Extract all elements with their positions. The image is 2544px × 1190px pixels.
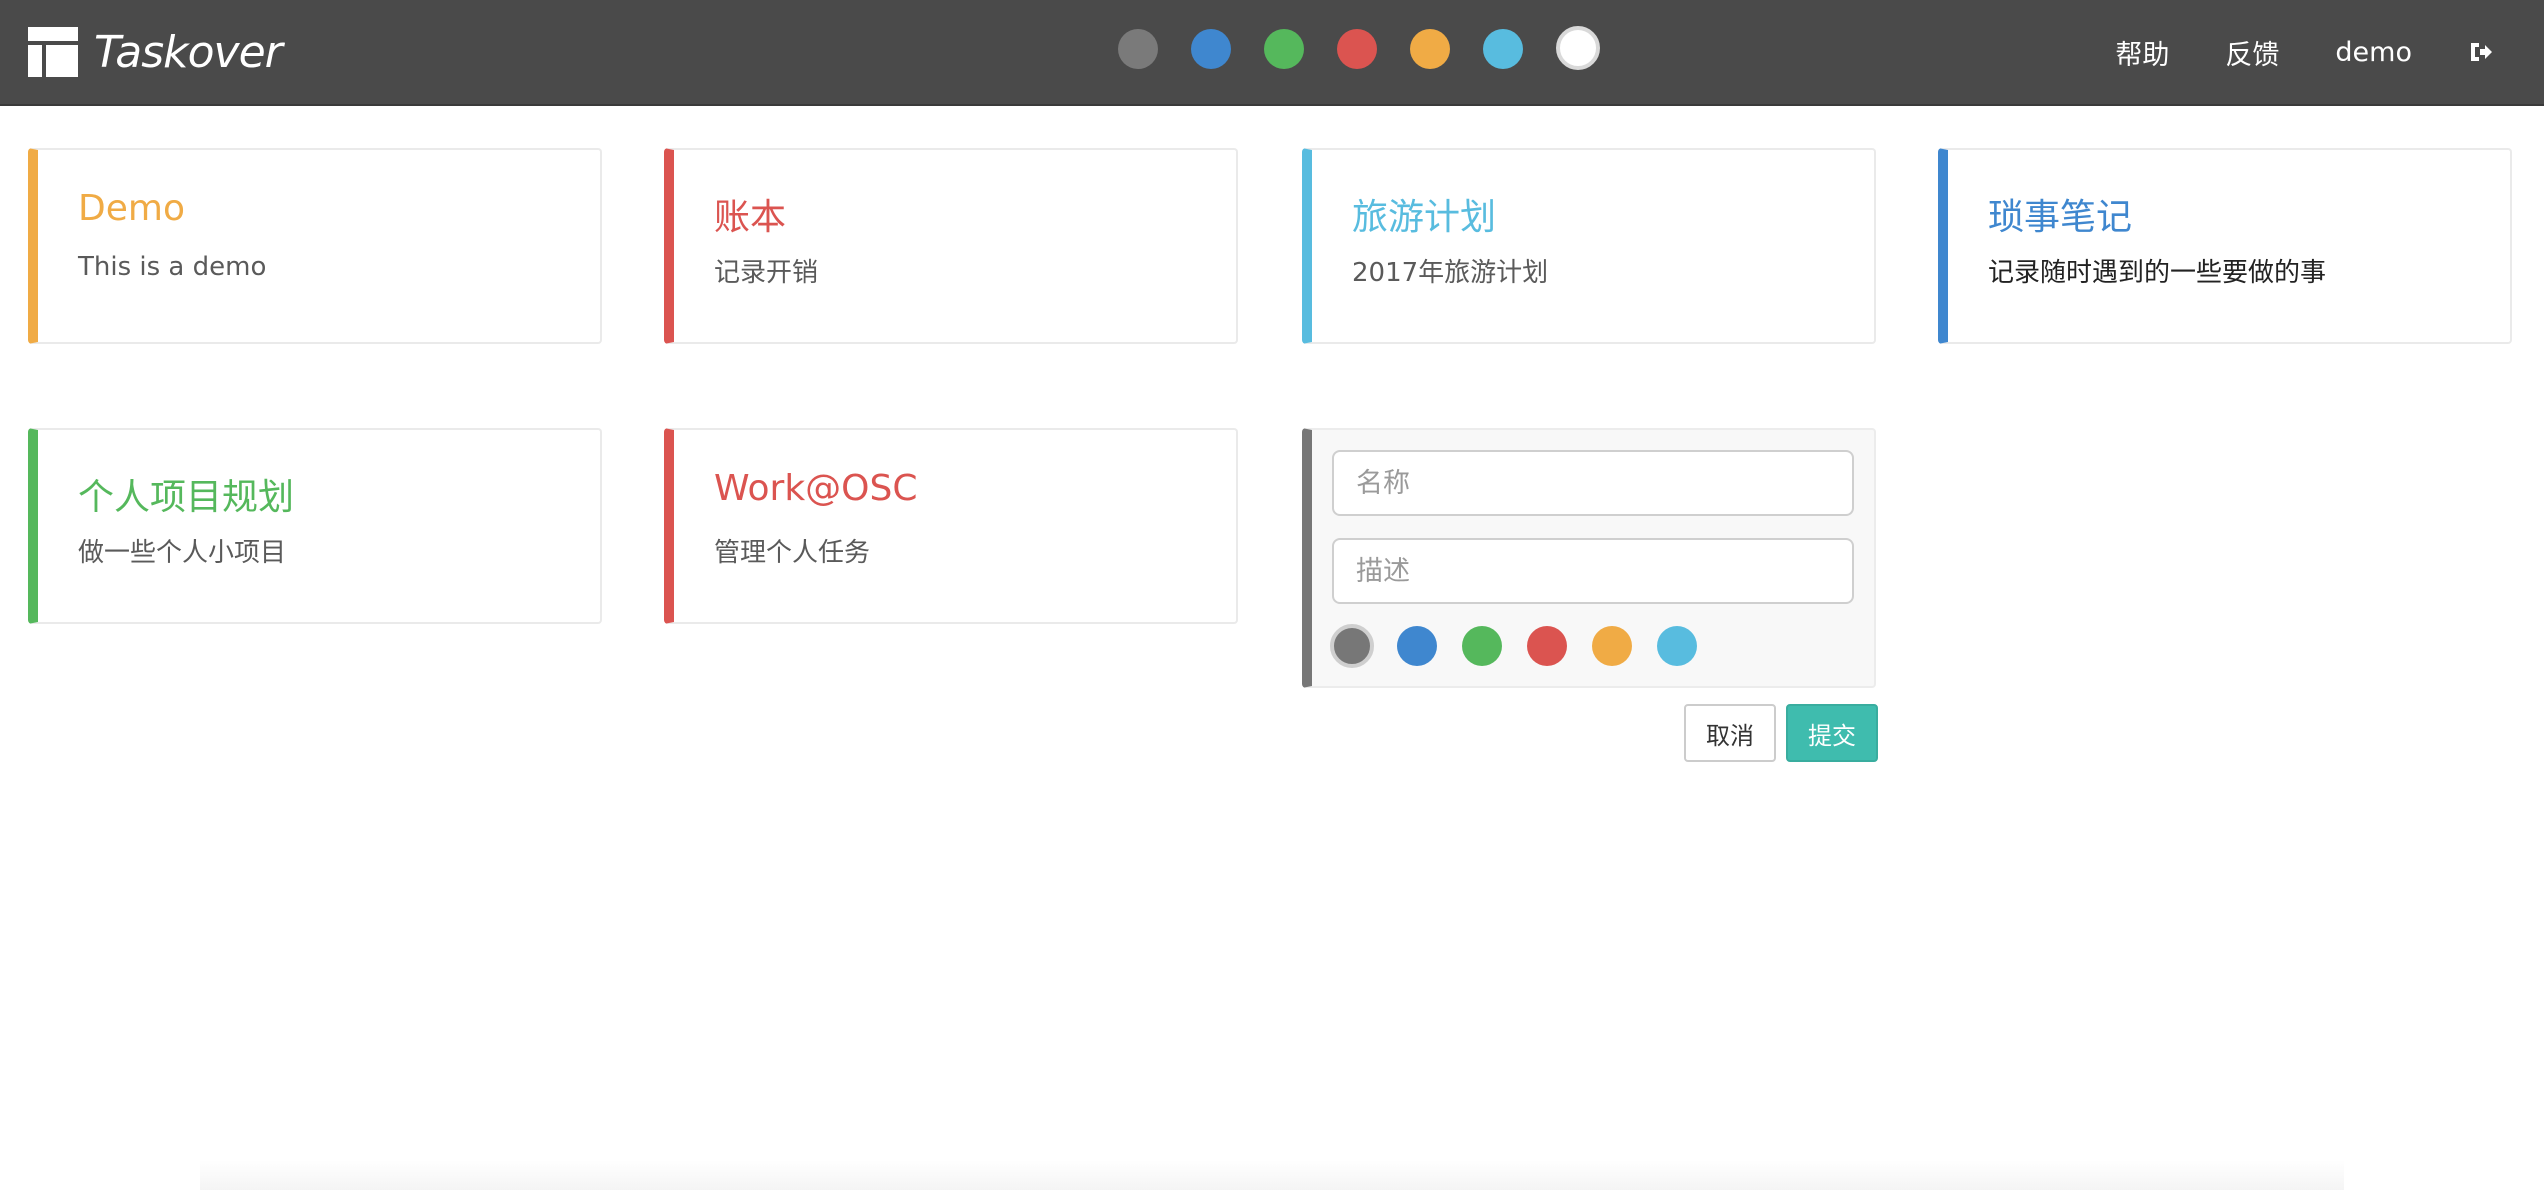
app-name: Taskover [94, 26, 283, 78]
theme-color-white[interactable] [1556, 26, 1600, 70]
board-color-blue[interactable] [1397, 626, 1437, 666]
theme-color-gray[interactable] [1118, 29, 1158, 69]
theme-color-picker [1118, 26, 1633, 70]
submit-button[interactable]: 提交 [1786, 704, 1878, 762]
theme-color-cyan[interactable] [1483, 29, 1523, 69]
board-color-gray[interactable] [1330, 624, 1374, 668]
board-description: 管理个人任务 [714, 538, 871, 568]
new-board-form [1302, 428, 1876, 688]
board-card[interactable]: 琐事笔记 记录随时遇到的一些要做的事 [1938, 148, 2512, 344]
feedback-link[interactable]: 反馈 [2225, 33, 2279, 72]
board-card[interactable]: 账本 记录开销 [664, 148, 1238, 344]
board-color-cyan[interactable] [1657, 626, 1697, 666]
theme-color-green[interactable] [1264, 29, 1304, 69]
cancel-button[interactable]: 取消 [1684, 704, 1776, 762]
nav-links: 帮助 反馈 demo [2115, 0, 2544, 104]
top-navbar: Taskover 帮助 反馈 demo [0, 0, 2544, 106]
board-title: Demo [78, 188, 185, 229]
board-color-red[interactable] [1527, 626, 1567, 666]
page-bottom-shadow [200, 1160, 2344, 1190]
board-title: 个人项目规划 [78, 477, 295, 518]
board-card[interactable]: Demo This is a demo [28, 148, 602, 344]
board-color-orange[interactable] [1592, 626, 1632, 666]
board-description: 记录开销 [714, 258, 819, 288]
board-card[interactable]: Work@OSC 管理个人任务 [664, 428, 1238, 624]
board-description: 记录随时遇到的一些要做的事 [1988, 258, 2327, 288]
theme-color-orange[interactable] [1410, 29, 1450, 69]
board-description: 做一些个人小项目 [78, 538, 287, 568]
board-color-green[interactable] [1462, 626, 1502, 666]
board-description: 2017年旅游计划 [1352, 258, 1549, 288]
board-title: Work@OSC [714, 468, 918, 509]
board-card[interactable]: 旅游计划 2017年旅游计划 [1302, 148, 1876, 344]
sign-out-icon[interactable] [2468, 39, 2494, 65]
help-link[interactable]: 帮助 [2115, 33, 2169, 72]
board-color-picker [1330, 624, 1722, 668]
board-description: This is a demo [78, 252, 267, 282]
layout-logo-icon [28, 27, 78, 77]
brand[interactable]: Taskover [28, 22, 283, 82]
theme-color-blue[interactable] [1191, 29, 1231, 69]
board-description-input[interactable] [1332, 538, 1854, 604]
board-title: 账本 [714, 197, 787, 238]
theme-color-red[interactable] [1337, 29, 1377, 69]
board-card[interactable]: 个人项目规划 做一些个人小项目 [28, 428, 602, 624]
board-name-input[interactable] [1332, 450, 1854, 516]
board-title: 琐事笔记 [1988, 197, 2133, 238]
board-title: 旅游计划 [1352, 197, 1497, 238]
user-menu[interactable]: demo [2335, 37, 2412, 68]
